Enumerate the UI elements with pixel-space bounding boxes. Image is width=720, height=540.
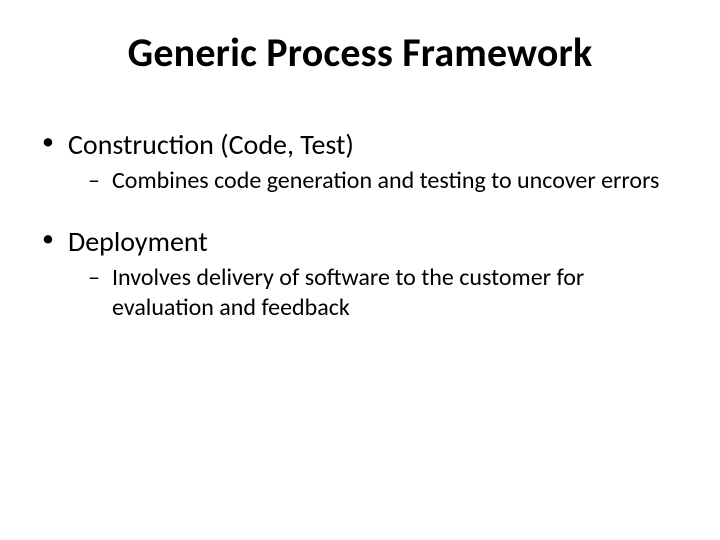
bullet-level1: Construction (Code, Test): [40, 127, 680, 162]
bullet-text: Deployment: [68, 224, 208, 259]
bullet-text: Construction (Code, Test): [68, 127, 354, 162]
bullet-level2: Involves delivery of software to the cus…: [40, 263, 680, 323]
bullet-level1: Deployment: [40, 224, 680, 259]
bullet-level2: Combines code generation and testing to …: [40, 166, 680, 196]
slide-title: Generic Process Framework: [40, 28, 680, 77]
bullet-text: Involves delivery of software to the cus…: [112, 263, 584, 322]
slide: Generic Process Framework Construction (…: [0, 0, 720, 540]
bullet-text: Combines code generation and testing to …: [112, 166, 659, 195]
